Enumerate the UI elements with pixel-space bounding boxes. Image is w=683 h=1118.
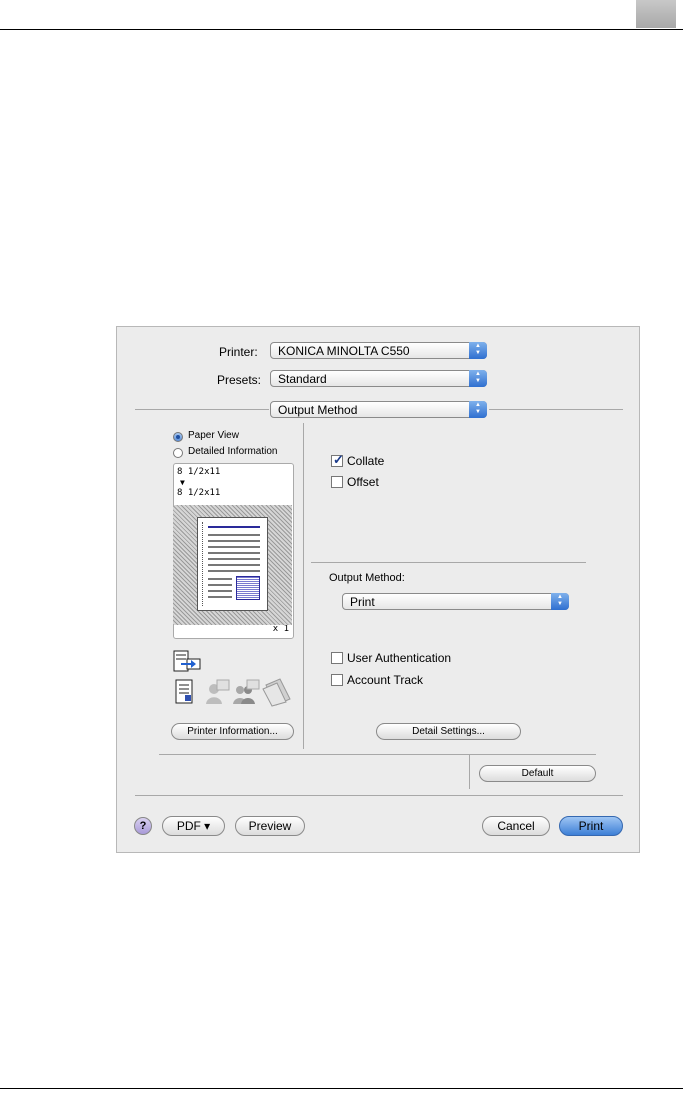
arrow-down-icon: ▼ [180, 478, 185, 487]
presets-label: Presets: [217, 373, 262, 387]
panel-value: Output Method [278, 403, 358, 417]
account-track-checkbox[interactable] [331, 674, 343, 686]
paper-view-radio[interactable] [173, 432, 183, 442]
popup-arrows-icon: ▲ ▼ [469, 342, 487, 359]
presets-value: Standard [278, 372, 327, 386]
offset-label: Offset [347, 475, 379, 489]
finishing-pages-icon [262, 678, 291, 707]
popup-arrows-icon: ▲ ▼ [469, 370, 487, 387]
popup-arrows-icon: ▲ ▼ [551, 593, 569, 610]
page-corner-tab [636, 0, 676, 28]
paper-size-from: 8 1/2x11 [177, 467, 221, 477]
output-tray-icon [173, 650, 201, 672]
panel-separator-right [489, 409, 623, 410]
page-sheet-icon [197, 517, 268, 611]
user-authentication-checkbox[interactable] [331, 652, 343, 664]
user-authentication-label: User Authentication [347, 651, 452, 665]
popup-arrows-icon: ▲ ▼ [469, 401, 487, 418]
document-icon [175, 679, 193, 704]
collate-checkbox[interactable]: ✓ [331, 452, 344, 467]
output-section-separator [311, 562, 586, 563]
printer-popup[interactable]: KONICA MINOLTA C550 ▲ ▼ [270, 342, 487, 359]
page-footer-rule [0, 1088, 683, 1089]
collate-label: Collate [347, 454, 385, 468]
paper-view-label: Paper View [188, 430, 239, 441]
output-method-label: Output Method: [329, 572, 405, 584]
column-divider [303, 423, 304, 749]
bottom-separator [135, 795, 623, 796]
help-button[interactable]: ? [134, 817, 152, 835]
pdf-button[interactable]: PDF ▾ [162, 816, 225, 836]
detailed-information-radio[interactable] [173, 448, 183, 458]
output-method-value: Print [350, 595, 375, 609]
offset-checkbox[interactable] [331, 476, 343, 488]
preview-button[interactable]: Preview [235, 816, 305, 836]
printer-information-button[interactable]: Printer Information... [171, 723, 294, 740]
paper-size-to: 8 1/2x11 [177, 488, 221, 498]
print-button[interactable]: Print [559, 816, 623, 836]
printer-label: Printer: [219, 345, 258, 359]
output-method-popup[interactable]: Print ▲ ▼ [342, 593, 569, 610]
account-track-icon [233, 679, 260, 704]
presets-popup[interactable]: Standard ▲ ▼ [270, 370, 487, 387]
panel-popup[interactable]: Output Method ▲ ▼ [270, 401, 487, 418]
default-divider [469, 755, 470, 789]
printer-value: KONICA MINOLTA C550 [278, 344, 410, 358]
panel-separator-left [135, 409, 269, 410]
detail-settings-button[interactable]: Detail Settings... [376, 723, 521, 740]
default-button[interactable]: Default [479, 765, 596, 782]
default-section-separator [159, 754, 596, 755]
print-dialog: Printer: KONICA MINOLTA C550 ▲ ▼ Presets:… [116, 326, 640, 853]
detailed-information-label: Detailed Information [188, 446, 278, 457]
cancel-button[interactable]: Cancel [482, 816, 550, 836]
paper-preview-canvas [173, 505, 292, 625]
account-track-label: Account Track [347, 673, 424, 687]
page-header-rule [0, 29, 683, 30]
user-authentication-icon [206, 679, 230, 704]
copies-count: x 1 [272, 624, 289, 634]
checkmark-icon: ✓ [333, 452, 344, 467]
